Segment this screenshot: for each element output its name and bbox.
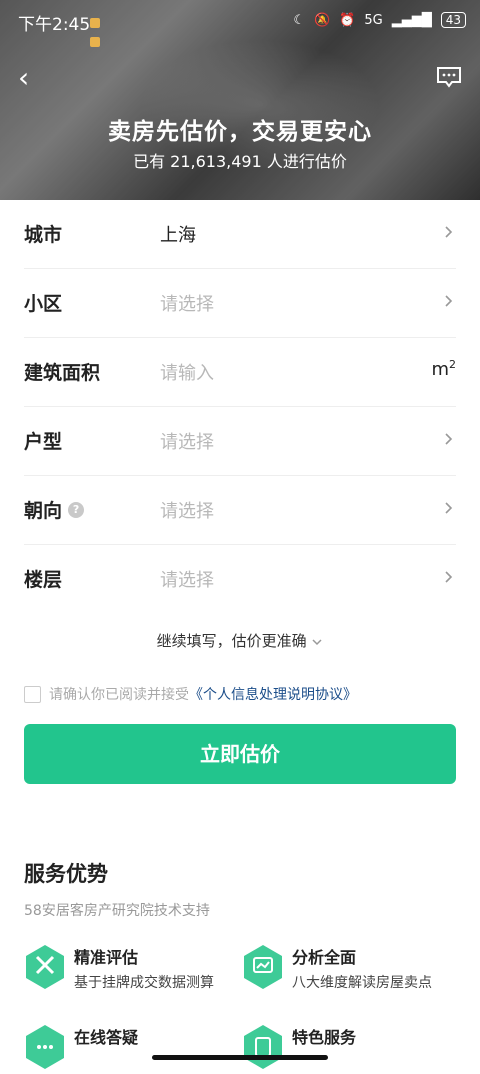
floor-row[interactable]: 楼层 请选择 [24,545,456,613]
chevron-right-icon [445,226,453,238]
agreement-checkbox[interactable] [24,685,41,703]
analysis-icon [244,945,282,989]
city-value: 上海 [160,225,196,246]
layout-label: 户型 [24,431,63,453]
community-label: 小区 [24,293,63,315]
feature-desc: 基于挂牌成交数据测算 [74,975,214,991]
orientation-row[interactable]: 朝向 ? 请选择 [24,476,456,545]
feature-title: 在线答疑 [74,1028,139,1047]
city-row[interactable]: 城市 上海 [24,200,456,269]
feature-precision: 精准评估 基于挂牌成交数据测算 [24,944,244,994]
chevron-right-icon [445,502,453,514]
hero-subtitle: 已有 21,613,491 人进行估价 [133,152,347,171]
feature-title: 分析全面 [292,948,357,967]
orientation-placeholder: 请选择 [160,501,214,522]
area-unit: m2 [431,358,456,380]
hero-title: 卖房先估价，交易更安心 [108,119,372,145]
services-subtitle: 58安居客房产研究院技术支持 [24,903,210,919]
estimate-button[interactable]: 立即估价 [24,724,456,784]
community-row[interactable]: 小区 请选择 [24,269,456,338]
feature-title: 特色服务 [292,1028,357,1047]
feature-title: 精准评估 [74,948,139,967]
status-bar: 下午2:45 ☾ 🔕 ⏰ 5G ▂▄▆█ 43 [0,0,480,47]
service-icon [244,1025,282,1069]
back-icon[interactable]: ‹ [18,64,48,94]
services-title: 服务优势 [24,862,108,886]
status-right: ☾ 🔕 ⏰ 5G ▂▄▆█ 43 [293,11,466,29]
floor-label: 楼层 [24,569,63,591]
estimate-form: 城市 上海 小区 请选择 建筑面积 请输入 m2 户型 请选择 朝向 ? 请选择… [24,200,456,613]
message-icon[interactable] [436,66,462,88]
chevron-right-icon [445,295,453,307]
precision-icon [26,945,64,989]
community-placeholder: 请选择 [160,294,214,315]
layout-row[interactable]: 户型 请选择 [24,407,456,476]
area-input[interactable]: 请输入 [160,359,214,385]
network-label: 5G [364,12,383,28]
orientation-label: 朝向 ? [24,496,85,523]
more-fields-toggle[interactable]: 继续填写，估价更准确 [0,630,480,651]
agreement-link[interactable]: 《个人信息处理说明协议》 [189,684,357,704]
moon-icon: ☾ [293,12,305,28]
chevron-right-icon [445,433,453,445]
chevron-right-icon [445,571,453,583]
top-nav: ‹ [0,60,480,100]
agreement: 请确认你已阅读并接受 《个人信息处理说明协议》 [24,684,464,704]
alarm-icon: ⏰ [339,12,356,28]
feature-analysis: 分析全面 八大维度解读房屋卖点 [242,944,462,994]
area-row[interactable]: 建筑面积 请输入 m2 [24,338,456,407]
help-icon[interactable]: ? [68,501,85,518]
feature-desc: 八大维度解读房屋卖点 [292,975,432,991]
chevron-down-icon [312,638,322,645]
layout-placeholder: 请选择 [160,432,214,453]
area-label: 建筑面积 [24,362,101,384]
city-label: 城市 [24,224,63,246]
status-time: 下午2:45 [18,15,91,35]
mute-icon: 🔕 [313,12,331,28]
signal-icon: ▂▄▆█ [391,12,432,28]
home-indicator[interactable] [152,1055,328,1060]
agreement-text: 请确认你已阅读并接受 [49,687,189,703]
chat-icon [26,1025,64,1069]
battery-icon: 43 [440,12,466,28]
floor-placeholder: 请选择 [160,570,214,591]
notification-icons [90,13,120,47]
